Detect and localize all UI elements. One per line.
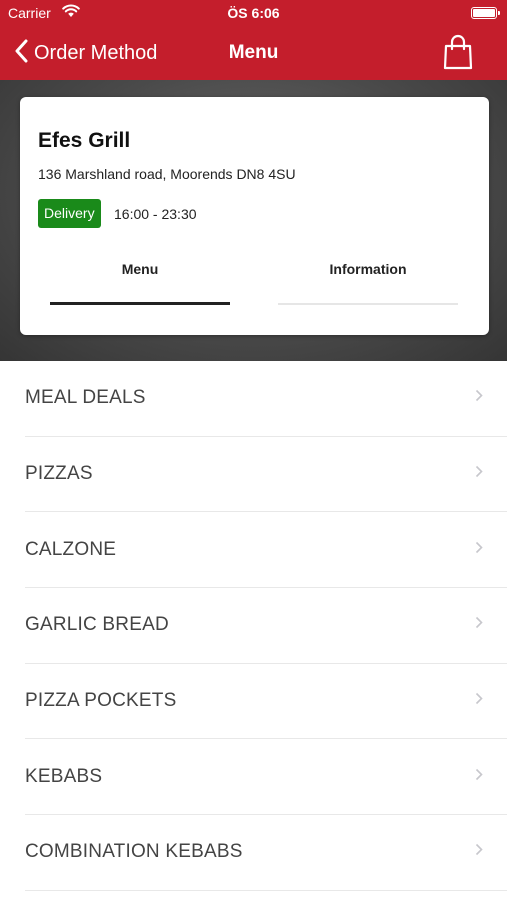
category-label: GARLIC BREAD (25, 614, 169, 636)
restaurant-address: 136 Marshland road, Moorends DN8 4SU (38, 166, 296, 182)
category-list: MEAL DEALS PIZZAS CALZONE GARLIC BREAD P… (0, 361, 507, 891)
category-item-garlic-bread[interactable]: GARLIC BREAD (25, 588, 507, 664)
chevron-right-icon (475, 541, 483, 559)
category-label: PIZZAS (25, 463, 93, 485)
shopping-bag-icon (443, 34, 473, 74)
tab-information-label: Information (329, 261, 407, 277)
category-label: KEBABS (25, 765, 103, 787)
status-bar: Carrier ÖS 6:06 (0, 0, 507, 26)
app-header: Carrier ÖS 6:06 Order Method Menu (0, 0, 507, 80)
tab-menu-indicator (50, 302, 230, 305)
delivery-badge: Delivery (38, 199, 101, 228)
category-item-calzone[interactable]: CALZONE (25, 512, 507, 589)
page-title: Menu (228, 42, 279, 63)
category-label: PIZZA POCKETS (25, 690, 177, 712)
category-label: MEAL DEALS (25, 387, 146, 409)
tab-menu-label: Menu (121, 261, 159, 277)
category-label: COMBINATION KEBABS (25, 841, 243, 863)
restaurant-card: Efes Grill 136 Marshland road, Moorends … (20, 97, 489, 335)
status-time: ÖS 6:06 (227, 5, 280, 21)
chevron-right-icon (475, 465, 483, 483)
category-item-pizza-pockets[interactable]: PIZZA POCKETS (25, 664, 507, 740)
opening-hours: 16:00 - 23:30 (114, 206, 197, 222)
chevron-right-icon (475, 768, 483, 786)
restaurant-name: Efes Grill (38, 129, 131, 152)
category-label: CALZONE (25, 538, 117, 560)
chevron-right-icon (475, 692, 483, 710)
chevron-right-icon (475, 389, 483, 407)
chevron-right-icon (475, 616, 483, 634)
tab-menu[interactable]: Menu (50, 257, 230, 307)
category-item-pizzas[interactable]: PIZZAS (25, 437, 507, 513)
category-item-meal-deals[interactable]: MEAL DEALS (25, 361, 507, 437)
shopping-bag-button[interactable] (443, 34, 473, 70)
category-item-combination-kebabs[interactable]: COMBINATION KEBABS (25, 815, 507, 891)
battery-icon (471, 7, 500, 19)
restaurant-hero: Efes Grill 136 Marshland road, Moorends … (0, 80, 507, 361)
chevron-right-icon (475, 843, 483, 861)
category-item-kebabs[interactable]: KEBABS (25, 739, 507, 816)
tab-information-indicator (278, 303, 458, 305)
tab-information[interactable]: Information (278, 257, 458, 307)
